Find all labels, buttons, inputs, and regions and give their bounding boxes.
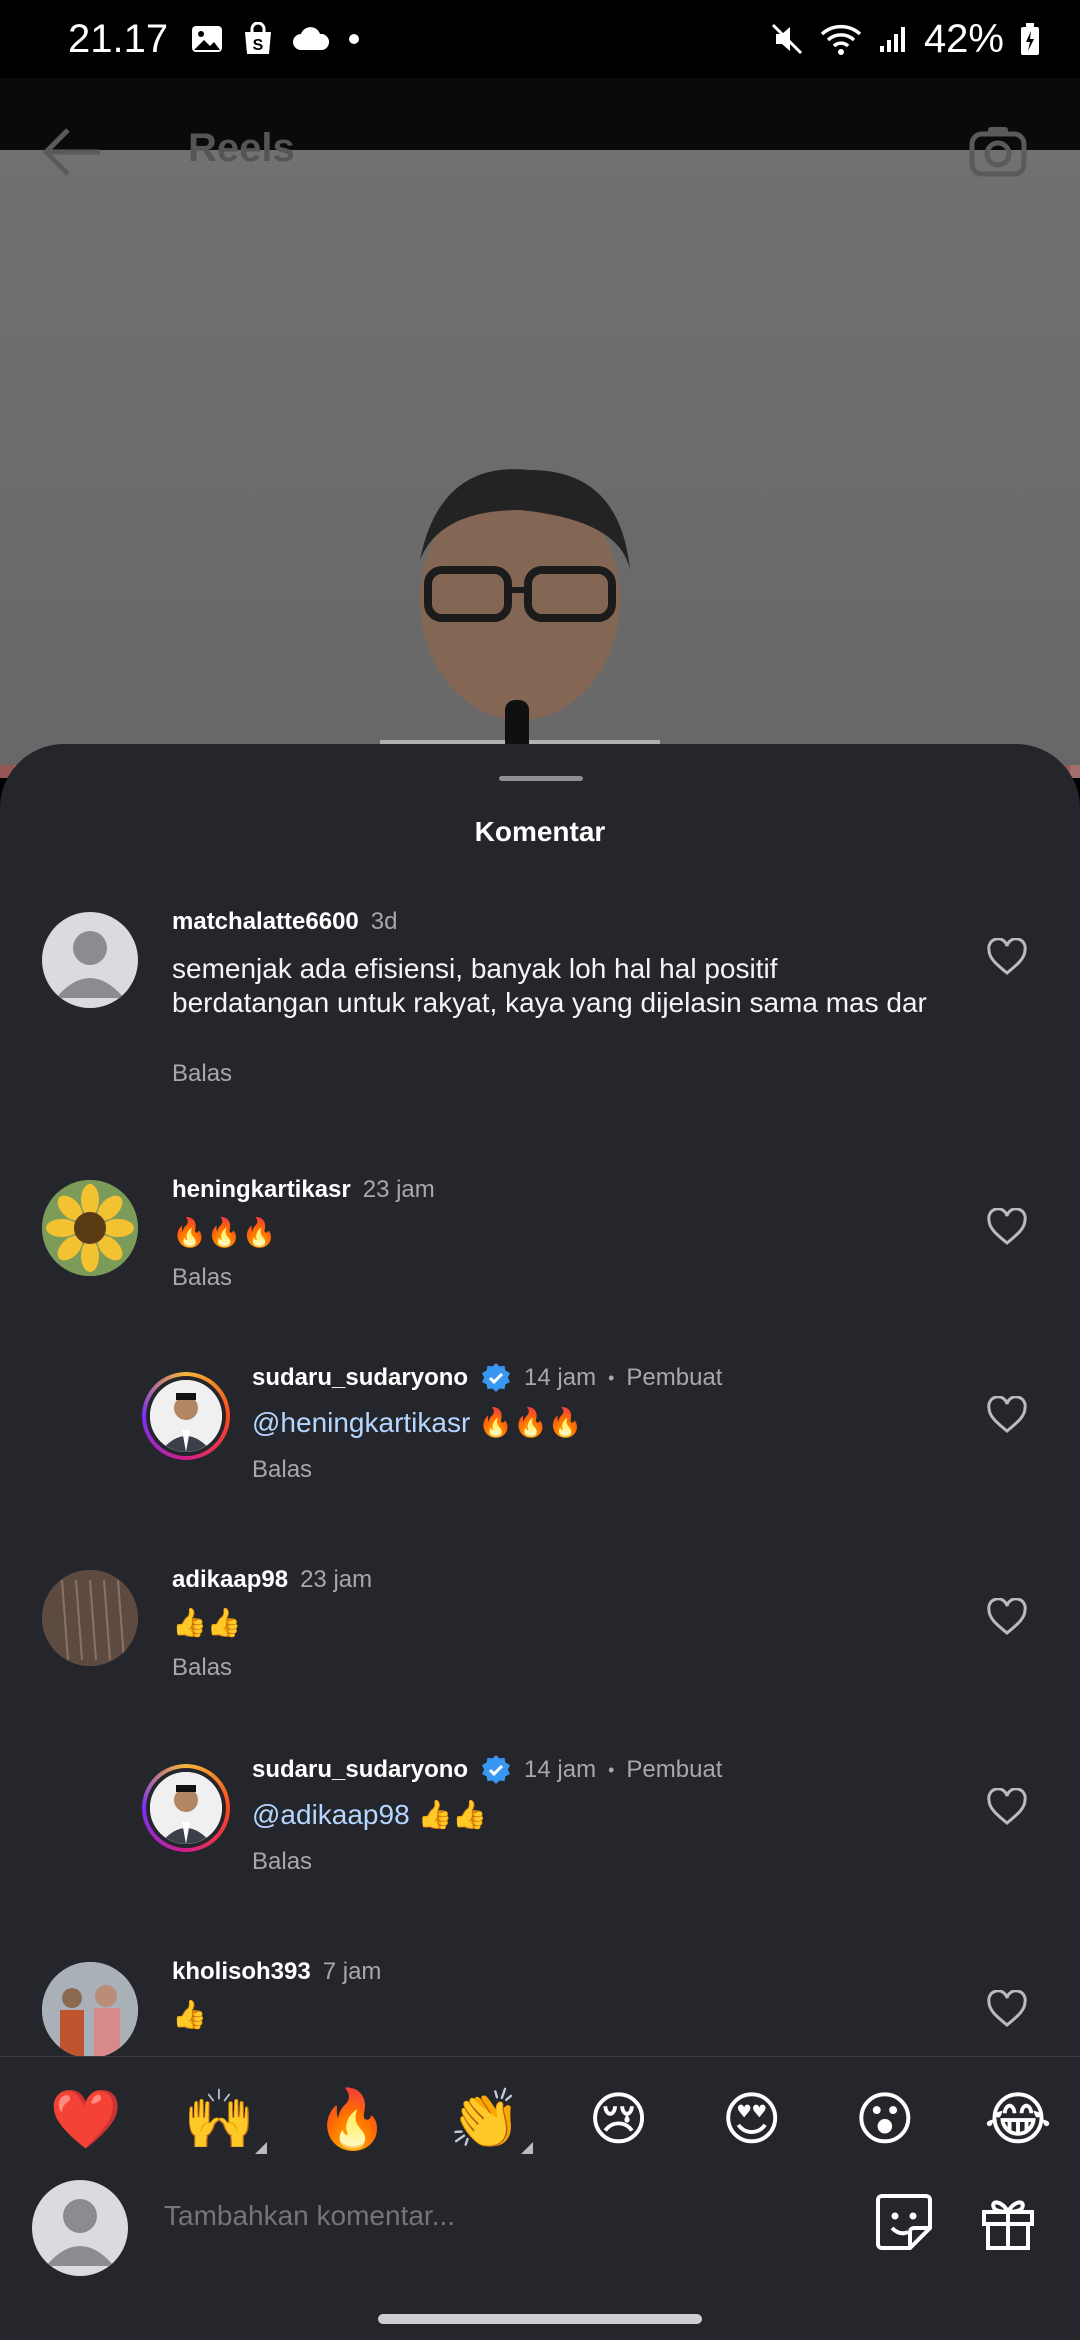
mention-link[interactable]: @adikaap98 <box>252 1799 410 1830</box>
status-time: 21.17 <box>68 16 169 61</box>
separator-dot: • <box>608 1759 615 1780</box>
comment-username[interactable]: kholisoh393 <box>172 1958 311 1986</box>
comment-time: 7 jam <box>322 1958 382 1985</box>
more-notifications-dot-icon <box>349 34 360 44</box>
comment-time: 23 jam <box>300 1566 373 1593</box>
home-gesture-handle[interactable] <box>378 2314 702 2324</box>
back-arrow-icon[interactable] <box>40 126 104 178</box>
creator-label: Pembuat <box>626 1756 723 1783</box>
comment-time: 3d <box>370 908 398 935</box>
sunflower-avatar-image <box>42 1180 138 1276</box>
comment-input[interactable] <box>164 2200 844 2232</box>
comment-time: 14 jam <box>524 1756 597 1783</box>
comment-username[interactable]: matchalatte6600 <box>172 908 359 936</box>
default-avatar-icon <box>46 2199 114 2266</box>
gallery-notification-icon <box>192 26 223 52</box>
comment-composer <box>0 2180 1080 2300</box>
battery-charging-icon <box>1021 23 1039 55</box>
comment-username[interactable]: adikaap98 <box>172 1566 288 1594</box>
emoji-raised-hands-button[interactable]: 🙌 <box>177 2090 268 2154</box>
emoji-fire-button[interactable]: 🔥 <box>310 2090 394 2148</box>
creator-label: Pembuat <box>626 1364 723 1391</box>
skin-tone-indicator <box>255 2141 268 2154</box>
emoji-surprised-button[interactable]: 😮 <box>843 2090 927 2148</box>
comment-text: 👍 <box>172 1999 207 2030</box>
emoji-heart-button[interactable]: ❤️ <box>44 2090 128 2148</box>
svg-text:S: S <box>253 37 264 54</box>
avatar[interactable] <box>42 912 138 1008</box>
emoji-laughing-button[interactable]: 😂 <box>976 2090 1060 2148</box>
comment-text: 🔥🔥🔥 <box>172 1217 277 1248</box>
system-nav-bar <box>0 2300 1080 2340</box>
battery-percent: 42% <box>923 16 1004 61</box>
comment-emoji-text: 👍👍 <box>417 1799 488 1830</box>
status-bar: 21.17 S 42% <box>0 0 1080 78</box>
comment-time: 23 jam <box>362 1176 435 1203</box>
avatar[interactable] <box>42 1962 138 2058</box>
gift-icon[interactable] <box>976 2190 1040 2254</box>
mention-link[interactable]: @heningkartikasr <box>252 1407 470 1438</box>
comment-text: @adikaap98 👍👍 <box>252 1798 487 1832</box>
wifi-icon <box>820 24 862 55</box>
like-heart-icon[interactable] <box>986 1598 1028 1636</box>
comment-text: semenjak ada efisiensi, banyak loh hal h… <box>172 953 927 1018</box>
creator-avatar-image <box>150 1772 222 1844</box>
comment-username[interactable]: heningkartikasr <box>172 1176 351 1204</box>
reel-title: Reels <box>188 126 295 170</box>
reply-button[interactable]: Balas <box>172 1264 232 1292</box>
verified-badge-icon <box>482 1363 511 1392</box>
separator-dot: • <box>608 1367 615 1388</box>
group-photo-avatar-image <box>42 1962 138 2058</box>
emoji-quick-bar: ❤️ 🙌 🔥 👏 😢 😍 😮 😂 <box>0 2056 1080 2180</box>
cloud-notification-icon <box>293 27 330 50</box>
comment-text: @heningkartikasr 🔥🔥🔥 <box>252 1406 583 1440</box>
reel-dim-overlay <box>0 78 1080 778</box>
comment-username[interactable]: sudaru_sudaryono <box>252 1364 468 1392</box>
signal-icon <box>879 27 905 52</box>
avatar[interactable] <box>142 1372 230 1460</box>
sheet-drag-handle[interactable] <box>499 776 583 781</box>
like-heart-icon[interactable] <box>986 1208 1028 1246</box>
emoji-crying-button[interactable]: 😢 <box>577 2090 661 2148</box>
verified-badge-icon <box>482 1755 511 1784</box>
emoji-glyph: 👏 <box>449 2084 522 2153</box>
emoji-glyph: 🙌 <box>183 2084 256 2153</box>
comment-time: 14 jam <box>524 1364 597 1391</box>
avatar[interactable] <box>42 1570 138 1666</box>
sticker-icon[interactable] <box>872 2190 936 2254</box>
my-avatar <box>32 2180 128 2276</box>
comment-emoji-text: 🔥🔥🔥 <box>478 1407 583 1438</box>
shop-notification-icon: S <box>245 22 272 54</box>
skin-tone-indicator <box>521 2141 534 2154</box>
reply-button[interactable]: Balas <box>252 1456 312 1484</box>
emoji-heart-eyes-button[interactable]: 😍 <box>710 2090 794 2148</box>
sheet-title: Komentar <box>474 816 606 847</box>
reply-button[interactable]: Balas <box>252 1848 312 1876</box>
comment-username[interactable]: sudaru_sudaryono <box>252 1756 468 1784</box>
fabric-avatar-image <box>42 1570 138 1666</box>
avatar[interactable] <box>142 1764 230 1852</box>
like-heart-icon[interactable] <box>986 1990 1028 2028</box>
like-heart-icon[interactable] <box>986 1396 1028 1434</box>
comment-text: 👍👍 <box>172 1607 242 1638</box>
mute-icon <box>771 23 802 55</box>
emoji-clap-button[interactable]: 👏 <box>443 2090 534 2154</box>
reply-button[interactable]: Balas <box>172 1654 232 1682</box>
like-heart-icon[interactable] <box>986 1788 1028 1826</box>
creator-avatar-image <box>150 1380 222 1452</box>
default-avatar-icon <box>56 931 124 998</box>
reply-button[interactable]: Balas <box>172 1060 232 1088</box>
reel-background: Reels <box>0 78 1080 778</box>
like-heart-icon[interactable] <box>986 938 1028 976</box>
camera-icon[interactable] <box>968 124 1028 178</box>
avatar[interactable] <box>42 1180 138 1276</box>
